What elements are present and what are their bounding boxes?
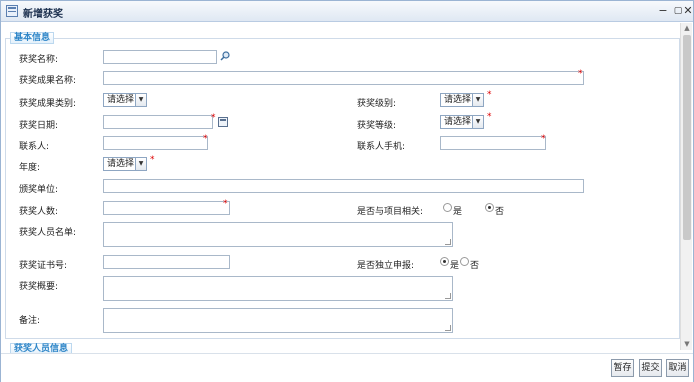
required-mark: *: [203, 134, 208, 144]
dialog-footer: 暂存 提交 取消: [1, 353, 693, 382]
scroll-up-icon[interactable]: ▲: [682, 23, 692, 33]
dialog-window: 新增获奖 − ▢ ✕ 基本信息 获奖名称: 获奖成果名称: * 获奖成果类别: …: [0, 0, 694, 382]
award-grade-select[interactable]: 请选择 ▼: [440, 115, 484, 129]
project-related-no-radio[interactable]: [485, 203, 494, 212]
year-label: 年度:: [19, 163, 41, 173]
award-date-label: 获奖日期:: [19, 121, 59, 131]
member-list-label: 获奖人员名单:: [19, 228, 77, 238]
submit-button[interactable]: 提交: [639, 359, 662, 377]
result-name-label: 获奖成果名称:: [19, 76, 77, 86]
independent-no-radio[interactable]: [460, 257, 469, 266]
chevron-down-icon: ▼: [472, 116, 483, 128]
award-grade-label: 获奖等级:: [357, 121, 397, 131]
vertical-scrollbar[interactable]: ▲ ▼: [680, 23, 692, 350]
calendar-icon[interactable]: [218, 117, 228, 127]
contact-phone-input[interactable]: [440, 136, 546, 150]
year-select[interactable]: 请选择 ▼: [103, 157, 147, 171]
chevron-down-icon: ▼: [135, 94, 146, 106]
certificate-no-label: 获奖证书号:: [19, 261, 68, 271]
contact-phone-label: 联系人手机:: [357, 142, 406, 152]
award-count-label: 获奖人数:: [19, 207, 59, 217]
independent-yes-radio[interactable]: [440, 257, 449, 266]
window-title: 新增获奖: [23, 9, 63, 20]
search-icon[interactable]: [220, 51, 230, 61]
save-draft-button[interactable]: 暂存: [611, 359, 634, 377]
chevron-down-icon: ▼: [472, 94, 483, 106]
contact-label: 联系人:: [19, 142, 50, 152]
required-mark: *: [211, 113, 216, 123]
cancel-button[interactable]: 取消: [666, 359, 689, 377]
member-list-textarea[interactable]: [103, 222, 453, 247]
project-related-yes-label: 是: [453, 207, 463, 217]
independent-no-label: 否: [470, 261, 480, 271]
result-category-label: 获奖成果类别:: [19, 99, 77, 109]
result-category-select[interactable]: 请选择 ▼: [103, 93, 147, 107]
close-icon[interactable]: ✕: [683, 4, 693, 18]
project-related-no-label: 否: [495, 207, 505, 217]
contact-input[interactable]: [103, 136, 208, 150]
certificate-no-input[interactable]: [103, 255, 230, 269]
result-name-input[interactable]: [103, 71, 584, 85]
scrollbar-thumb[interactable]: [683, 35, 691, 240]
basic-info-title: 基本信息: [10, 32, 55, 44]
summary-textarea[interactable]: [103, 276, 453, 301]
award-name-input[interactable]: [103, 50, 217, 64]
award-count-input[interactable]: [103, 201, 230, 215]
independent-label: 是否独立申报:: [357, 261, 415, 271]
project-related-label: 是否与项目相关:: [357, 207, 424, 217]
summary-label: 获奖概要:: [19, 282, 59, 292]
project-related-yes-radio[interactable]: [443, 203, 452, 212]
issuer-label: 颁奖单位:: [19, 185, 59, 195]
required-mark: *: [223, 199, 228, 209]
required-mark: *: [541, 134, 546, 144]
remarks-label: 备注:: [19, 316, 41, 326]
award-level-select[interactable]: 请选择 ▼: [440, 93, 484, 107]
required-mark: *: [487, 90, 492, 100]
scroll-down-icon[interactable]: ▼: [682, 339, 692, 349]
award-date-input[interactable]: [103, 115, 213, 129]
chevron-down-icon: ▼: [135, 158, 146, 170]
minimize-icon[interactable]: −: [656, 4, 670, 18]
required-mark: *: [150, 155, 155, 165]
award-level-label: 获奖级别:: [357, 99, 397, 109]
independent-yes-label: 是: [450, 261, 460, 271]
remarks-textarea[interactable]: [103, 308, 453, 333]
form-icon: [6, 5, 18, 17]
title-bar: 新增获奖 − ▢ ✕: [1, 1, 693, 22]
required-mark: *: [487, 112, 492, 122]
issuer-input[interactable]: [103, 179, 584, 193]
required-mark: *: [578, 69, 583, 79]
award-name-label: 获奖名称:: [19, 55, 59, 65]
